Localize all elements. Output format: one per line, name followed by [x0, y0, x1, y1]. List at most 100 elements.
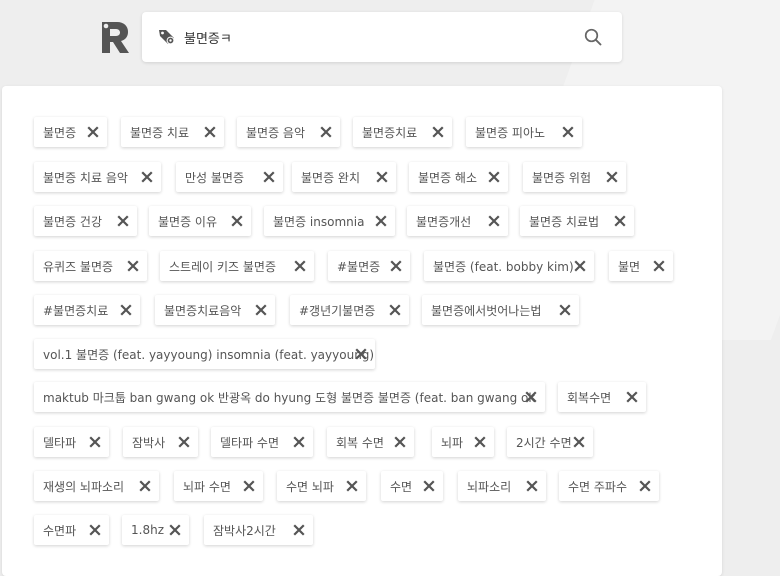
close-icon[interactable] — [293, 524, 305, 536]
tag-chip[interactable]: vol.1 불면증 (feat. yayyoung) insomnia (fea… — [34, 339, 375, 369]
tag-label: 회복 수면 — [336, 435, 384, 450]
tag-chip[interactable]: 불면증치료음악 — [155, 295, 275, 325]
close-icon[interactable] — [87, 126, 99, 138]
tag-label: 수면 주파수 — [568, 479, 628, 494]
tag-chip[interactable]: 델타파 수면 — [211, 427, 313, 457]
search-icon[interactable] — [584, 28, 602, 46]
tag-label: 불면증 insomnia — [273, 214, 365, 229]
tag-chip[interactable]: 유퀴즈 불면증 — [34, 251, 147, 281]
close-icon[interactable] — [574, 260, 586, 272]
tag-chip[interactable]: 불면증 피아노 — [466, 117, 582, 147]
tag-chip[interactable]: 잠박사2시간 — [204, 515, 313, 545]
close-icon[interactable] — [390, 260, 402, 272]
tag-label: 불면 — [618, 259, 641, 274]
close-icon[interactable] — [89, 524, 101, 536]
close-icon[interactable] — [606, 171, 618, 183]
tag-chip[interactable]: 불면증 건강 — [34, 206, 137, 236]
tag-chip[interactable]: 수면 주파수 — [559, 471, 659, 501]
tag-chip[interactable]: 수면 — [381, 471, 443, 501]
tag-chip[interactable]: 불면 — [609, 251, 673, 281]
tag-label: 불면증 (feat. bobby kim) — [433, 259, 574, 274]
tag-label: 불면증 음악 — [246, 125, 306, 140]
tag-chip[interactable]: 불면증 이유 — [149, 206, 251, 236]
close-icon[interactable] — [639, 480, 651, 492]
close-icon[interactable] — [626, 391, 638, 403]
tag-chip[interactable]: 뇌파 — [432, 427, 494, 457]
close-icon[interactable] — [423, 480, 435, 492]
close-icon[interactable] — [117, 215, 129, 227]
tag-chip[interactable]: 뇌파소리 — [458, 471, 546, 501]
tag-chip[interactable]: 불면증 완치 — [292, 162, 396, 192]
close-icon[interactable] — [120, 304, 132, 316]
close-icon[interactable] — [375, 215, 387, 227]
close-icon[interactable] — [204, 126, 216, 138]
close-icon[interactable] — [488, 171, 500, 183]
tag-chip[interactable]: 불면증치료 — [353, 117, 452, 147]
tag-label: 뇌파소리 — [467, 479, 512, 494]
close-icon[interactable] — [526, 480, 538, 492]
close-icon[interactable] — [169, 524, 181, 536]
tag-label: #불면증치료 — [43, 303, 109, 318]
tag-label: 불면증 치료 음악 — [43, 170, 128, 185]
close-icon[interactable] — [474, 436, 486, 448]
tag-chip[interactable]: #갱년기불면증 — [290, 295, 409, 325]
tag-chip[interactable]: 불면증 (feat. bobby kim) — [424, 251, 594, 281]
tag-label: #갱년기불면증 — [299, 303, 376, 318]
tag-label: 불면증 건강 — [43, 214, 103, 229]
close-icon[interactable] — [141, 171, 153, 183]
tag-chip[interactable]: 만성 불면증 — [176, 162, 283, 192]
close-icon[interactable] — [573, 436, 585, 448]
tag-chip[interactable]: 불면증 해소 — [409, 162, 508, 192]
tag-chip[interactable]: 수면 뇌파 — [277, 471, 366, 501]
tag-chip[interactable]: 회복 수면 — [327, 427, 414, 457]
close-icon[interactable] — [139, 480, 151, 492]
tag-chip[interactable]: 델타파 — [34, 427, 109, 457]
tag-chip[interactable]: 재생의 뇌파소리 — [34, 471, 159, 501]
close-icon[interactable] — [432, 126, 444, 138]
close-icon[interactable] — [243, 480, 255, 492]
close-icon[interactable] — [376, 171, 388, 183]
close-icon[interactable] — [89, 436, 101, 448]
tag-chip[interactable]: 불면증 insomnia — [264, 206, 395, 236]
close-icon[interactable] — [294, 260, 306, 272]
close-icon[interactable] — [614, 215, 626, 227]
tag-label: 불면증치료음악 — [164, 303, 242, 318]
close-icon[interactable] — [488, 215, 500, 227]
search-input[interactable] — [184, 25, 564, 49]
tag-chip[interactable]: 불면증 위험 — [523, 162, 626, 192]
close-icon[interactable] — [346, 480, 358, 492]
tag-chip[interactable]: #불면증치료 — [34, 295, 140, 325]
close-icon[interactable] — [263, 171, 275, 183]
tag-chip[interactable]: maktub 마크툽 ban gwang ok 반광옥 do hyung 도형 … — [34, 382, 545, 412]
tag-chip[interactable]: 잠박사 — [123, 427, 198, 457]
close-icon[interactable] — [355, 348, 367, 360]
tag-chip[interactable]: 뇌파 수면 — [174, 471, 263, 501]
close-icon[interactable] — [389, 304, 401, 316]
tag-chip[interactable]: 스트레이 키즈 불면증 — [160, 251, 314, 281]
tag-chip[interactable]: 회복수면 — [558, 382, 646, 412]
tag-chip[interactable]: 불면증 치료법 — [520, 206, 634, 236]
tag-chip[interactable]: 수면파 — [34, 515, 109, 545]
close-icon[interactable] — [562, 126, 574, 138]
tag-chip[interactable]: #불면증 — [328, 251, 410, 281]
close-icon[interactable] — [653, 260, 665, 272]
close-icon[interactable] — [525, 391, 537, 403]
tag-chip[interactable]: 불면증 — [34, 117, 107, 147]
close-icon[interactable] — [320, 126, 332, 138]
tag-chip[interactable]: 불면증에서벗어나는법 — [422, 295, 579, 325]
tag-label: 불면증 치료법 — [529, 214, 600, 229]
close-icon[interactable] — [127, 260, 139, 272]
tag-chip[interactable]: 불면증개선 — [407, 206, 508, 236]
tag-chip[interactable]: 1.8hz — [122, 515, 189, 545]
close-icon[interactable] — [178, 436, 190, 448]
tag-chip[interactable]: 불면증 치료 — [121, 117, 224, 147]
close-icon[interactable] — [293, 436, 305, 448]
tag-chip[interactable]: 2시간 수면 — [507, 427, 593, 457]
tag-chip[interactable]: 불면증 치료 음악 — [34, 162, 161, 192]
tag-chip[interactable]: 불면증 음악 — [237, 117, 340, 147]
close-icon[interactable] — [255, 304, 267, 316]
close-icon[interactable] — [231, 215, 243, 227]
logo-icon[interactable] — [100, 20, 130, 54]
close-icon[interactable] — [559, 304, 571, 316]
close-icon[interactable] — [394, 436, 406, 448]
